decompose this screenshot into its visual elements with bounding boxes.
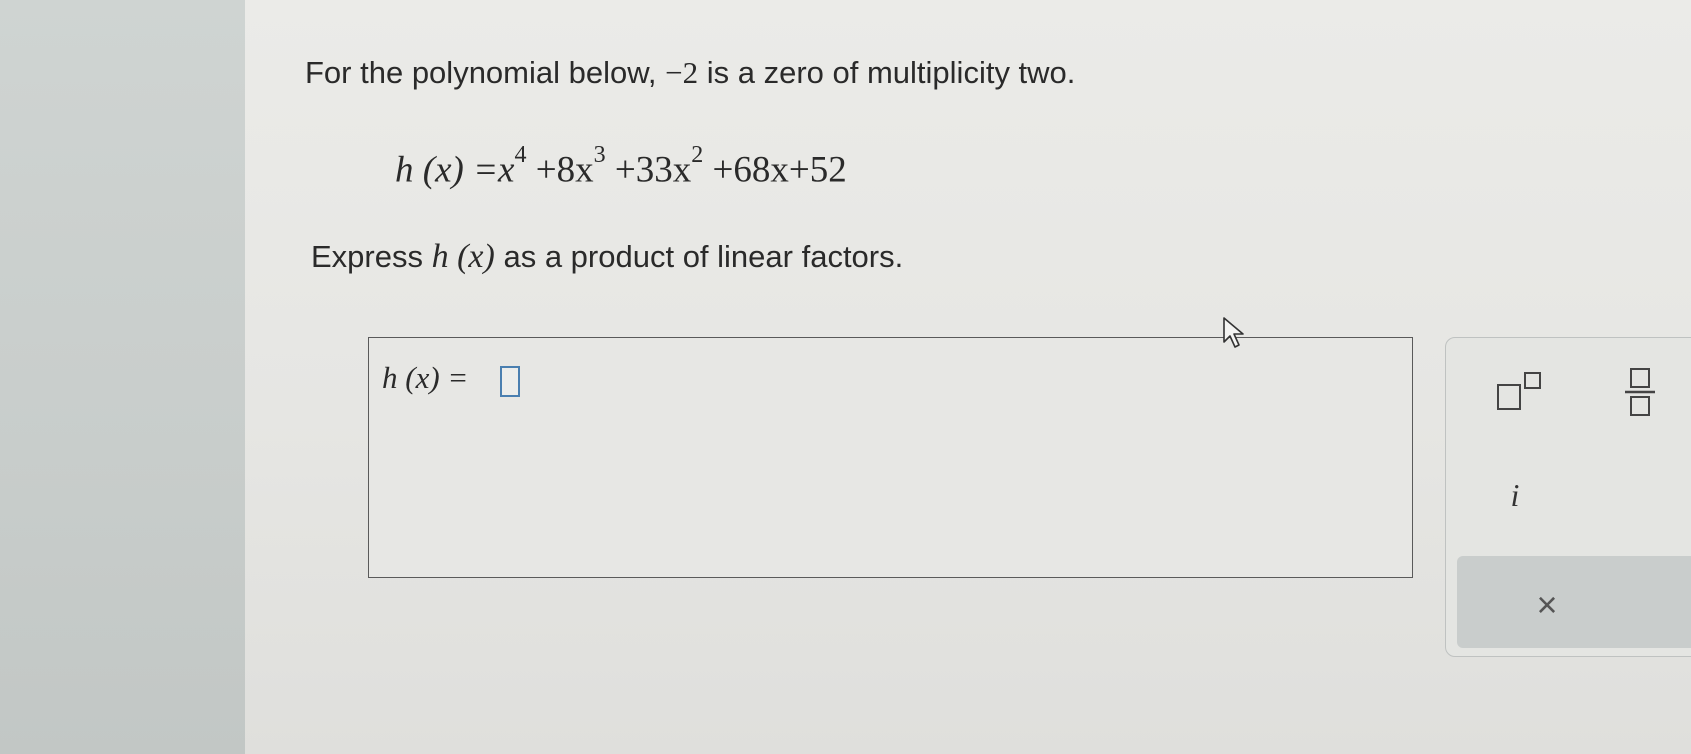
superscript-icon <box>1497 372 1541 410</box>
exponent-button[interactable] <box>1490 362 1550 422</box>
question-intro-after: is a zero of multiplicity two. <box>698 55 1076 90</box>
answer-label: h (x) = <box>382 360 469 395</box>
question-intro-before: For the polynomial below, <box>305 55 666 90</box>
left-margin <box>0 0 245 754</box>
clear-strip <box>1457 556 1691 648</box>
question-text: For the polynomial below, −2 is a zero o… <box>305 55 1075 91</box>
instruction-text: Express h (x) as a product of linear fac… <box>311 238 903 276</box>
exponent-3: 3 <box>593 142 606 168</box>
polynomial-equation: h (x) =x4 +8x3 +33x2 +68x+52 <box>395 142 847 191</box>
fraction-button[interactable] <box>1610 362 1670 422</box>
clear-button[interactable]: × <box>1520 578 1574 632</box>
fraction-icon <box>1625 368 1655 416</box>
equation-term-4: +68x+52 <box>703 149 847 191</box>
instruction-function: h (x) <box>431 238 495 275</box>
zero-value: −2 <box>665 55 699 90</box>
exponent-4: 4 <box>514 142 527 168</box>
equation-x: x <box>498 149 515 191</box>
mouse-cursor-icon <box>1223 317 1244 348</box>
answer-input-area[interactable] <box>368 337 1413 578</box>
exponent-2: 2 <box>691 142 704 168</box>
equation-term-2: +8x <box>526 149 594 191</box>
instruction-after: as a product of linear factors. <box>494 239 904 274</box>
imaginary-unit-button[interactable]: i <box>1490 470 1540 520</box>
answer-input-slot[interactable] <box>500 366 520 397</box>
equation-term-3: +33x <box>605 149 692 191</box>
instruction-before: Express <box>311 239 432 274</box>
equation-lhs: h (x) = <box>395 149 499 191</box>
